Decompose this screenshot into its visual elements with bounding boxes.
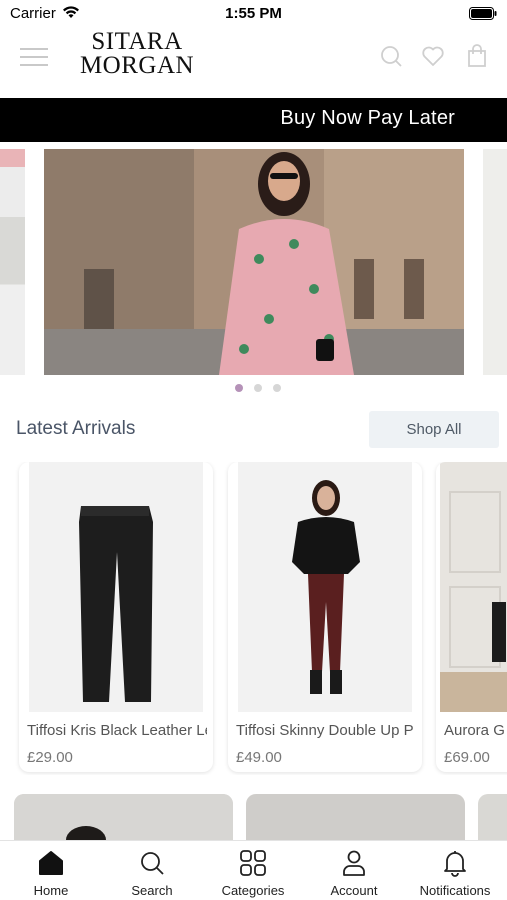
carousel-slide-current[interactable] xyxy=(44,149,464,375)
home-icon xyxy=(39,851,63,875)
product-price: £49.00 xyxy=(236,749,282,766)
category-tile[interactable] xyxy=(478,794,507,840)
search-icon[interactable] xyxy=(379,44,403,68)
bag-icon[interactable] xyxy=(465,44,489,68)
promo-banner[interactable]: Buy Now Pay Later xyxy=(0,98,507,142)
tab-label: Account xyxy=(330,883,378,898)
carousel-slide-next[interactable] xyxy=(483,149,507,375)
menu-icon[interactable] xyxy=(20,48,48,66)
product-name: Tiffosi Kris Black Leather Le xyxy=(27,722,207,739)
app-header: SITARA MORGAN xyxy=(0,28,507,98)
carousel-slide-previous[interactable] xyxy=(0,149,25,375)
product-price: £69.00 xyxy=(444,749,490,766)
bell-icon xyxy=(444,851,466,877)
tab-home[interactable]: Home xyxy=(1,841,101,900)
product-card[interactable]: Aurora G £69.00 xyxy=(436,462,507,772)
pagination-dot-active[interactable] xyxy=(235,384,243,392)
shop-all-button[interactable]: Shop All xyxy=(369,411,499,448)
tab-label: Search xyxy=(131,883,173,898)
grid-icon xyxy=(240,850,266,876)
product-name: Aurora G xyxy=(444,722,505,739)
status-time: 1:55 PM xyxy=(225,5,282,22)
battery-icon xyxy=(469,7,497,20)
product-image xyxy=(29,462,203,712)
product-image xyxy=(238,462,412,712)
bottom-tab-bar: Home Search Categories Account Notificat… xyxy=(0,840,507,900)
hero-carousel[interactable] xyxy=(0,149,507,375)
product-image xyxy=(440,462,507,712)
search-icon xyxy=(141,852,164,875)
section-title-latest-arrivals: Latest Arrivals xyxy=(16,418,136,439)
product-card[interactable]: Tiffosi Skinny Double Up P £49.00 xyxy=(228,462,422,772)
promo-text: Buy Now Pay Later xyxy=(280,107,455,129)
status-bar: Carrier 1:55 PM xyxy=(0,0,507,28)
tab-categories[interactable]: Categories xyxy=(203,841,303,900)
product-price: £29.00 xyxy=(27,749,73,766)
tab-label: Home xyxy=(33,883,69,898)
pagination-dot[interactable] xyxy=(254,384,262,392)
tab-search[interactable]: Search xyxy=(102,841,202,900)
pagination-dot[interactable] xyxy=(273,384,281,392)
tab-label: Categories xyxy=(221,883,285,898)
product-card[interactable]: Tiffosi Kris Black Leather Le £29.00 xyxy=(19,462,213,772)
category-tiles[interactable] xyxy=(0,794,507,840)
tab-label: Notifications xyxy=(419,883,491,898)
user-icon xyxy=(343,850,365,876)
tab-notifications[interactable]: Notifications xyxy=(405,841,505,900)
category-tile[interactable] xyxy=(246,794,465,840)
heart-icon[interactable] xyxy=(421,44,445,68)
product-carousel[interactable]: Tiffosi Kris Black Leather Le £29.00 Tif… xyxy=(0,462,507,775)
carousel-pagination xyxy=(0,382,507,394)
hero-image xyxy=(44,149,464,375)
brand-logo[interactable]: SITARA MORGAN xyxy=(72,29,202,78)
category-tile[interactable] xyxy=(14,794,233,840)
tab-account[interactable]: Account xyxy=(304,841,404,900)
product-name: Tiffosi Skinny Double Up P xyxy=(236,722,414,739)
